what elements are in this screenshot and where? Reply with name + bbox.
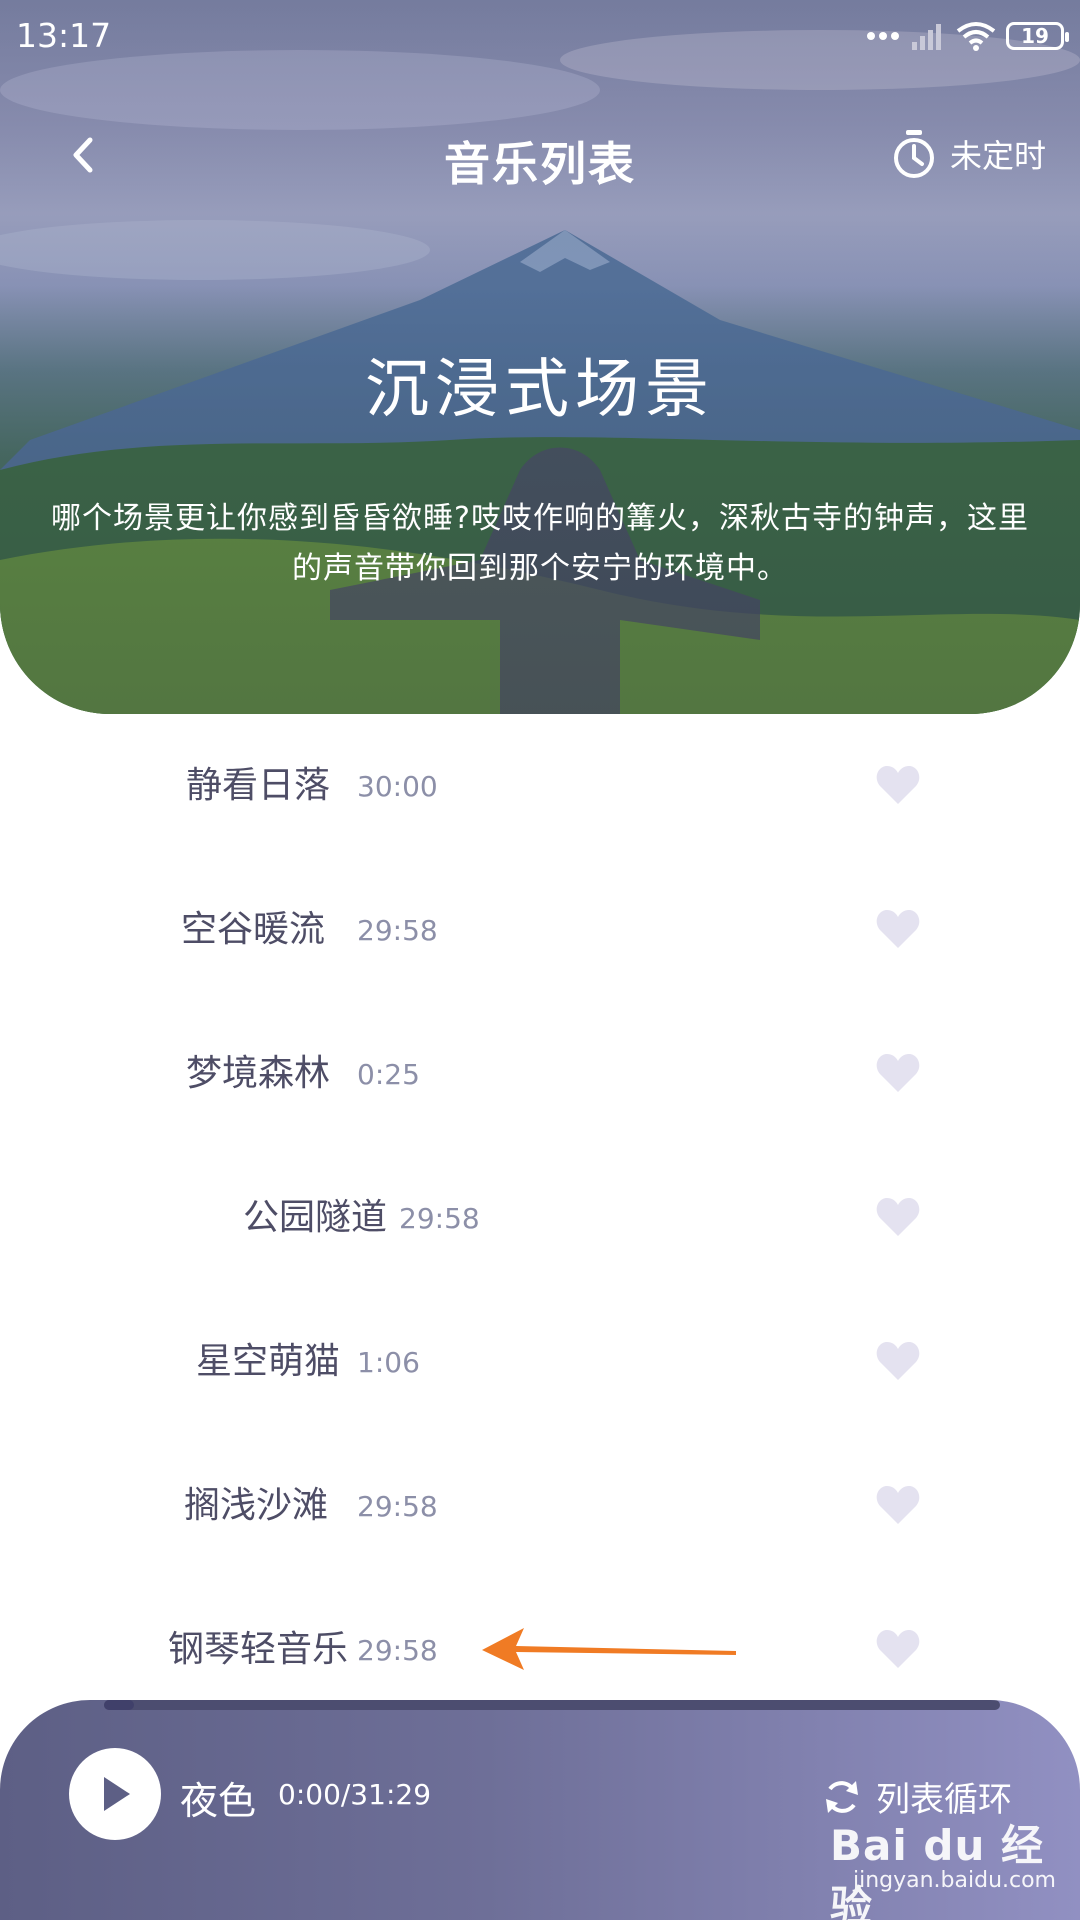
- heart-icon[interactable]: [875, 1052, 921, 1094]
- heart-icon[interactable]: [875, 908, 921, 950]
- player-bar: 夜色 0:00/31:29 列表循环 Bai du 经验 jingyan.bai…: [0, 1700, 1080, 1920]
- baidu-watermark: Bai du 经验 jingyan.baidu.com: [830, 1812, 1060, 1920]
- repeat-icon: [826, 1780, 858, 1813]
- progress-fill: [104, 1700, 134, 1710]
- heart-icon[interactable]: [875, 764, 921, 806]
- track-row[interactable]: 静看日落 30:00: [0, 714, 1080, 858]
- status-bar: 13:17 19: [0, 0, 1080, 74]
- timer-label: 未定时: [949, 137, 1046, 175]
- heart-icon[interactable]: [875, 1628, 921, 1670]
- track-duration: 0:25: [357, 1058, 420, 1091]
- play-button[interactable]: [69, 1748, 161, 1840]
- status-icons: 19: [866, 18, 1069, 54]
- track-row[interactable]: 空谷暖流 29:58: [0, 858, 1080, 1002]
- heart-icon[interactable]: [875, 1340, 921, 1382]
- track-name: 搁浅沙滩: [183, 1485, 328, 1526]
- track-duration: 29:58: [399, 1202, 480, 1235]
- track-row[interactable]: 搁浅沙滩 29:58: [0, 1434, 1080, 1578]
- track-duration: 29:58: [357, 1490, 438, 1523]
- play-icon: [104, 1777, 130, 1811]
- track-name: 公园隧道: [242, 1197, 387, 1238]
- track-name: 梦境森林: [185, 1053, 330, 1094]
- battery-indicator: 19: [1006, 22, 1069, 50]
- heart-icon[interactable]: [875, 1484, 921, 1526]
- now-playing-title: 夜色: [180, 1779, 257, 1823]
- scene-title: 沉浸式场景: [365, 353, 715, 427]
- track-row[interactable]: 梦境森林 0:25: [0, 1002, 1080, 1146]
- track-duration: 29:58: [357, 914, 438, 947]
- wifi-icon: [956, 22, 996, 51]
- watermark-url: jingyan.baidu.com: [852, 1868, 1056, 1893]
- track-name: 空谷暖流: [180, 909, 325, 950]
- progress-bar[interactable]: [104, 1700, 1000, 1710]
- track-name: 静看日落: [185, 765, 330, 806]
- heart-icon[interactable]: [875, 1196, 921, 1238]
- annotation-arrow-icon: [482, 1628, 736, 1670]
- timer-button[interactable]: 未定时: [890, 128, 1046, 180]
- track-duration: 1:06: [357, 1346, 420, 1379]
- now-playing-time: 0:00/31:29: [278, 1778, 432, 1811]
- track-name: 星空萌猫: [195, 1341, 340, 1382]
- track-row[interactable]: 公园隧道 29:58: [0, 1146, 1080, 1290]
- status-time: 13:17: [16, 16, 112, 55]
- track-duration: 30:00: [357, 770, 438, 803]
- signal-icon: [912, 24, 941, 50]
- watermark-brand: Bai du 经验: [830, 1821, 1044, 1920]
- more-dots-icon: [867, 32, 899, 40]
- timer-icon: [893, 130, 934, 178]
- scene-description: 哪个场景更让你感到昏昏欲睡?吱吱作响的篝火，深秋古寺的钟声，这里的声音带你回到那…: [51, 501, 1029, 586]
- track-row[interactable]: 星空萌猫 1:06: [0, 1290, 1080, 1434]
